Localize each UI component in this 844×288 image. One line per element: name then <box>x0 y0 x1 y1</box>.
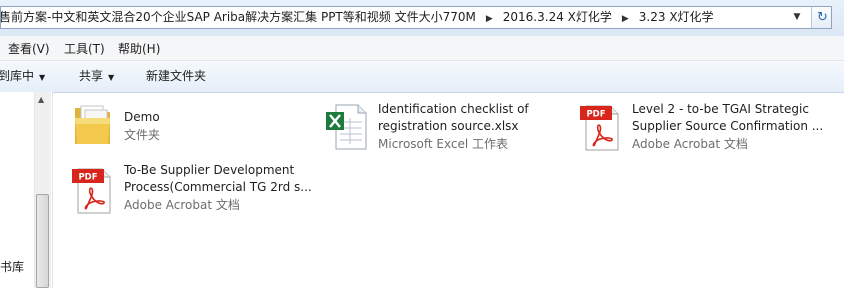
list-item[interactable]: PDF Level 2 - to-be TGAI Strategic Suppl… <box>576 98 840 158</box>
list-item[interactable]: PDF To-Be Supplier Development Process(C… <box>68 161 332 221</box>
share-button[interactable]: 共享 ▼ <box>79 61 114 93</box>
breadcrumb-item[interactable]: 2016.3.24 X灯化学 <box>501 7 614 28</box>
include-in-library-button[interactable]: 到库中 ▼ <box>0 61 45 93</box>
pdf-label: PDF <box>78 173 97 183</box>
pdf-label: PDF <box>586 110 605 120</box>
nav-item-libraries[interactable]: 书库 <box>0 258 24 275</box>
file-name-line2: registration source.xlsx <box>378 119 519 133</box>
chevron-down-icon: ▼ <box>39 73 46 82</box>
file-name: Identification checklist of <box>378 102 529 116</box>
pdf-icon: PDF <box>580 105 619 151</box>
menu-help[interactable]: 帮助(H) <box>118 36 160 62</box>
file-type: Microsoft Excel 工作表 <box>378 137 509 151</box>
scrollbar-thumb[interactable] <box>36 194 49 288</box>
menu-tools[interactable]: 工具(T) <box>64 36 105 62</box>
breadcrumb-item[interactable]: 售前方案-中文和英文混合20个企业SAP Ariba解决方案汇集 PPT等和视频… <box>1 7 478 28</box>
file-name: To-Be Supplier Development <box>124 163 295 177</box>
file-type: Adobe Acrobat 文档 <box>632 137 748 151</box>
list-item[interactable]: Demo 文件夹 <box>70 98 290 154</box>
menu-view[interactable]: 查看(V) <box>8 36 50 62</box>
list-item[interactable]: Identification checklist of registration… <box>322 98 562 158</box>
folder-icon <box>75 105 110 144</box>
excel-icon <box>326 104 367 150</box>
file-type: Adobe Acrobat 文档 <box>124 198 240 212</box>
nav-scrollbar[interactable]: ▲ <box>34 92 51 288</box>
navigation-pane: 书库 ▲ <box>0 92 53 288</box>
command-bar: 到库中 ▼ 共享 ▼ 新建文件夹 <box>0 61 844 93</box>
address-bar[interactable]: 售前方案-中文和英文混合20个企业SAP Ariba解决方案汇集 PPT等和视频… <box>0 6 832 29</box>
breadcrumb-chevron-icon[interactable]: ▶ <box>478 9 501 28</box>
breadcrumb-item[interactable]: 3.23 X灯化学 <box>637 7 716 28</box>
refresh-icon[interactable]: ↻ <box>811 7 831 28</box>
file-name: Demo <box>124 110 160 124</box>
breadcrumb: 售前方案-中文和英文混合20个企业SAP Ariba解决方案汇集 PPT等和视频… <box>1 7 716 28</box>
file-name-line2: Supplier Source Confirmation ... <box>632 119 824 133</box>
file-name: Level 2 - to-be TGAI Strategic <box>632 102 809 116</box>
chevron-down-icon: ▼ <box>108 73 115 82</box>
breadcrumb-chevron-icon[interactable]: ▶ <box>614 9 637 28</box>
menu-bar: 查看(V) 工具(T) 帮助(H) <box>0 36 844 61</box>
address-bar-row: 售前方案-中文和英文混合20个企业SAP Ariba解决方案汇集 PPT等和视频… <box>0 0 844 36</box>
file-name-line2: Process(Commercial TG 2rd s... <box>124 180 312 194</box>
include-in-library-label: 到库中 <box>0 69 35 83</box>
address-dropdown-icon[interactable]: ▼ <box>787 7 807 28</box>
share-label: 共享 <box>79 69 104 83</box>
pdf-icon: PDF <box>72 168 111 214</box>
scroll-up-icon[interactable]: ▲ <box>38 95 44 104</box>
file-type: 文件夹 <box>124 128 161 142</box>
new-folder-button[interactable]: 新建文件夹 <box>146 61 206 92</box>
